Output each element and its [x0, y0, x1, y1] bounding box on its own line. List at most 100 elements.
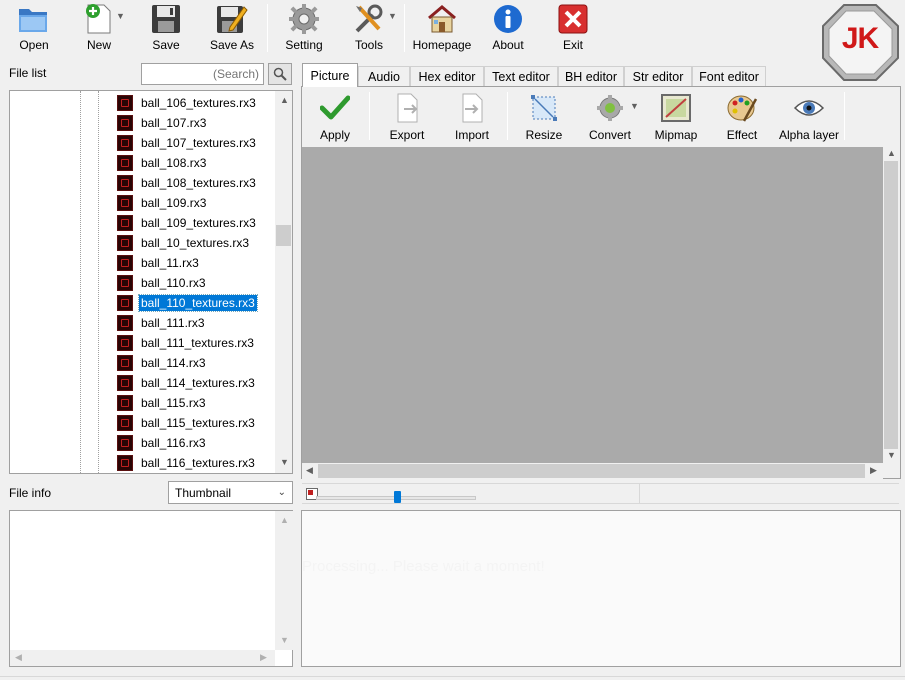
tab-picture[interactable]: Picture	[302, 63, 358, 87]
file-list-item[interactable]: ball_110_textures.rx3	[117, 293, 258, 313]
dropdown-arrow-icon: ▼	[630, 101, 639, 111]
toolbar-separator	[507, 92, 508, 140]
close-icon	[556, 2, 590, 36]
file-list-item-label: ball_11.rx3	[141, 256, 199, 270]
file-list-item[interactable]: ball_110.rx3	[117, 273, 208, 293]
file-list-item[interactable]: ball_111.rx3	[117, 313, 207, 333]
save-as-button[interactable]: Save As	[208, 2, 256, 54]
exit-button[interactable]: Exit	[555, 2, 591, 54]
file-list-item[interactable]: ball_116.rx3	[117, 433, 208, 453]
file-list-item-label: ball_111_textures.rx3	[141, 336, 254, 350]
alpha-layer-button[interactable]: Alpha layer	[777, 92, 841, 142]
file-list-item[interactable]: ball_11.rx3	[117, 253, 201, 273]
file-list-item-label: ball_116_textures.rx3	[141, 456, 255, 470]
file-list-item[interactable]: ball_107.rx3	[117, 113, 208, 133]
file-list-item[interactable]: ball_10_textures.rx3	[117, 233, 251, 253]
scroll-down-icon[interactable]: ▼	[280, 636, 289, 645]
import-label: Import	[454, 128, 489, 142]
file-list-item[interactable]: ball_115_textures.rx3	[117, 413, 257, 433]
scroll-up-icon[interactable]: ▲	[887, 149, 896, 158]
file-list-item[interactable]: ball_109.rx3	[117, 193, 208, 213]
dropdown-arrow-icon: ▼	[388, 11, 397, 21]
canvas-hscrollbar[interactable]: ◀ ▶	[302, 463, 883, 479]
file-list-item[interactable]: ball_111_textures.rx3	[117, 333, 256, 353]
alpha-layer-label: Alpha layer	[778, 128, 840, 142]
dropdown-arrow-icon: ▼	[116, 11, 125, 21]
rx3-file-icon	[117, 375, 133, 391]
scroll-thumb[interactable]	[276, 225, 291, 246]
file-list-item-label: ball_10_textures.rx3	[141, 236, 250, 250]
file-list-item-label: ball_114_textures.rx3	[141, 376, 255, 390]
file-list-item[interactable]: ball_108.rx3	[117, 153, 208, 173]
setting-button[interactable]: Setting	[283, 2, 325, 54]
apply-button[interactable]: Apply	[313, 92, 357, 142]
file-list-item-label: ball_107_textures.rx3	[141, 136, 256, 150]
about-button[interactable]: About	[489, 2, 527, 54]
file-info-label: File info	[9, 486, 52, 500]
file-list-item[interactable]: ball_109_textures.rx3	[117, 213, 258, 233]
file-list-item[interactable]: ball_106_textures.rx3	[117, 93, 258, 113]
file-info-hscrollbar[interactable]: ◀ ▶	[10, 650, 275, 666]
scroll-right-icon[interactable]: ▶	[260, 653, 267, 662]
open-button[interactable]: Open	[14, 2, 54, 54]
scroll-left-icon[interactable]: ◀	[306, 466, 313, 475]
file-list-item[interactable]: ball_107_textures.rx3	[117, 133, 258, 153]
rx3-file-icon	[117, 135, 133, 151]
search-input[interactable]	[141, 63, 264, 85]
toolbar-separator	[369, 92, 370, 140]
homepage-label: Homepage	[412, 38, 472, 52]
scroll-up-icon[interactable]: ▲	[280, 516, 289, 525]
resize-button[interactable]: Resize	[524, 92, 564, 142]
scroll-up-icon[interactable]: ▲	[280, 96, 289, 105]
effect-label: Effect	[726, 128, 758, 142]
rx3-file-icon	[117, 355, 133, 371]
rx3-file-icon	[117, 455, 133, 471]
file-list-item[interactable]: ball_114_textures.rx3	[117, 373, 257, 393]
new-button[interactable]: ▼ New	[78, 2, 125, 54]
tree-guide-line	[98, 91, 99, 473]
save-button[interactable]: Save	[146, 2, 186, 54]
file-list-item-label: ball_108.rx3	[141, 156, 207, 170]
tab-str-editor[interactable]: Str editor	[624, 66, 692, 86]
view-mode-select[interactable]: Thumbnail ⌄	[168, 481, 293, 504]
folder-open-icon	[17, 2, 51, 36]
mipmap-button[interactable]: Mipmap	[653, 92, 699, 142]
gear-icon	[287, 2, 321, 36]
file-list-item[interactable]: ball_114.rx3	[117, 353, 208, 373]
resize-label: Resize	[525, 128, 563, 142]
view-mode-value: Thumbnail	[175, 485, 232, 500]
file-list-scrollbar[interactable]: ▲ ▼	[275, 91, 292, 473]
file-list-item[interactable]: ball_115.rx3	[117, 393, 208, 413]
save-label: Save	[152, 38, 180, 52]
tab-bh-editor[interactable]: BH editor	[558, 66, 624, 86]
scroll-down-icon[interactable]: ▼	[887, 451, 896, 460]
file-list-item-label: ball_114.rx3	[141, 356, 206, 370]
tab-font-editor[interactable]: Font editor	[692, 66, 766, 86]
convert-button[interactable]: ▼ Convert	[587, 92, 639, 142]
preview-panel: Processing... Please wait a moment!	[301, 510, 901, 667]
file-info-vscrollbar[interactable]: ▲ ▼	[275, 511, 293, 650]
scroll-thumb[interactable]	[884, 161, 898, 449]
canvas-vscrollbar[interactable]: ▲ ▼	[883, 147, 900, 463]
effect-button[interactable]: Effect	[724, 92, 760, 142]
file-tree[interactable]: ball_106_textures.rx3 ball_107.rx3 ball_10…	[9, 90, 293, 474]
import-button[interactable]: Import	[451, 92, 493, 142]
export-button[interactable]: Export	[386, 92, 428, 142]
tools-button[interactable]: ▼ Tools	[347, 2, 397, 54]
homepage-button[interactable]: Homepage	[411, 2, 473, 54]
checkmark-icon	[319, 92, 351, 124]
tab-hex-editor[interactable]: Hex editor	[410, 66, 484, 86]
scroll-down-icon[interactable]: ▼	[280, 458, 289, 467]
rx3-file-icon	[117, 155, 133, 171]
search-button[interactable]	[268, 63, 292, 85]
tab-audio[interactable]: Audio	[358, 66, 410, 86]
file-list-item[interactable]: ball_116_textures.rx3	[117, 453, 257, 473]
image-canvas[interactable]	[302, 147, 883, 463]
tab-text-editor[interactable]: Text editor	[484, 66, 558, 86]
scroll-thumb[interactable]	[318, 464, 865, 478]
scroll-left-icon[interactable]: ◀	[15, 653, 22, 662]
file-list-item[interactable]: ball_108_textures.rx3	[117, 173, 258, 193]
zoom-slider-thumb[interactable]	[394, 491, 401, 503]
scroll-right-icon[interactable]: ▶	[870, 466, 877, 475]
import-icon	[456, 92, 488, 124]
